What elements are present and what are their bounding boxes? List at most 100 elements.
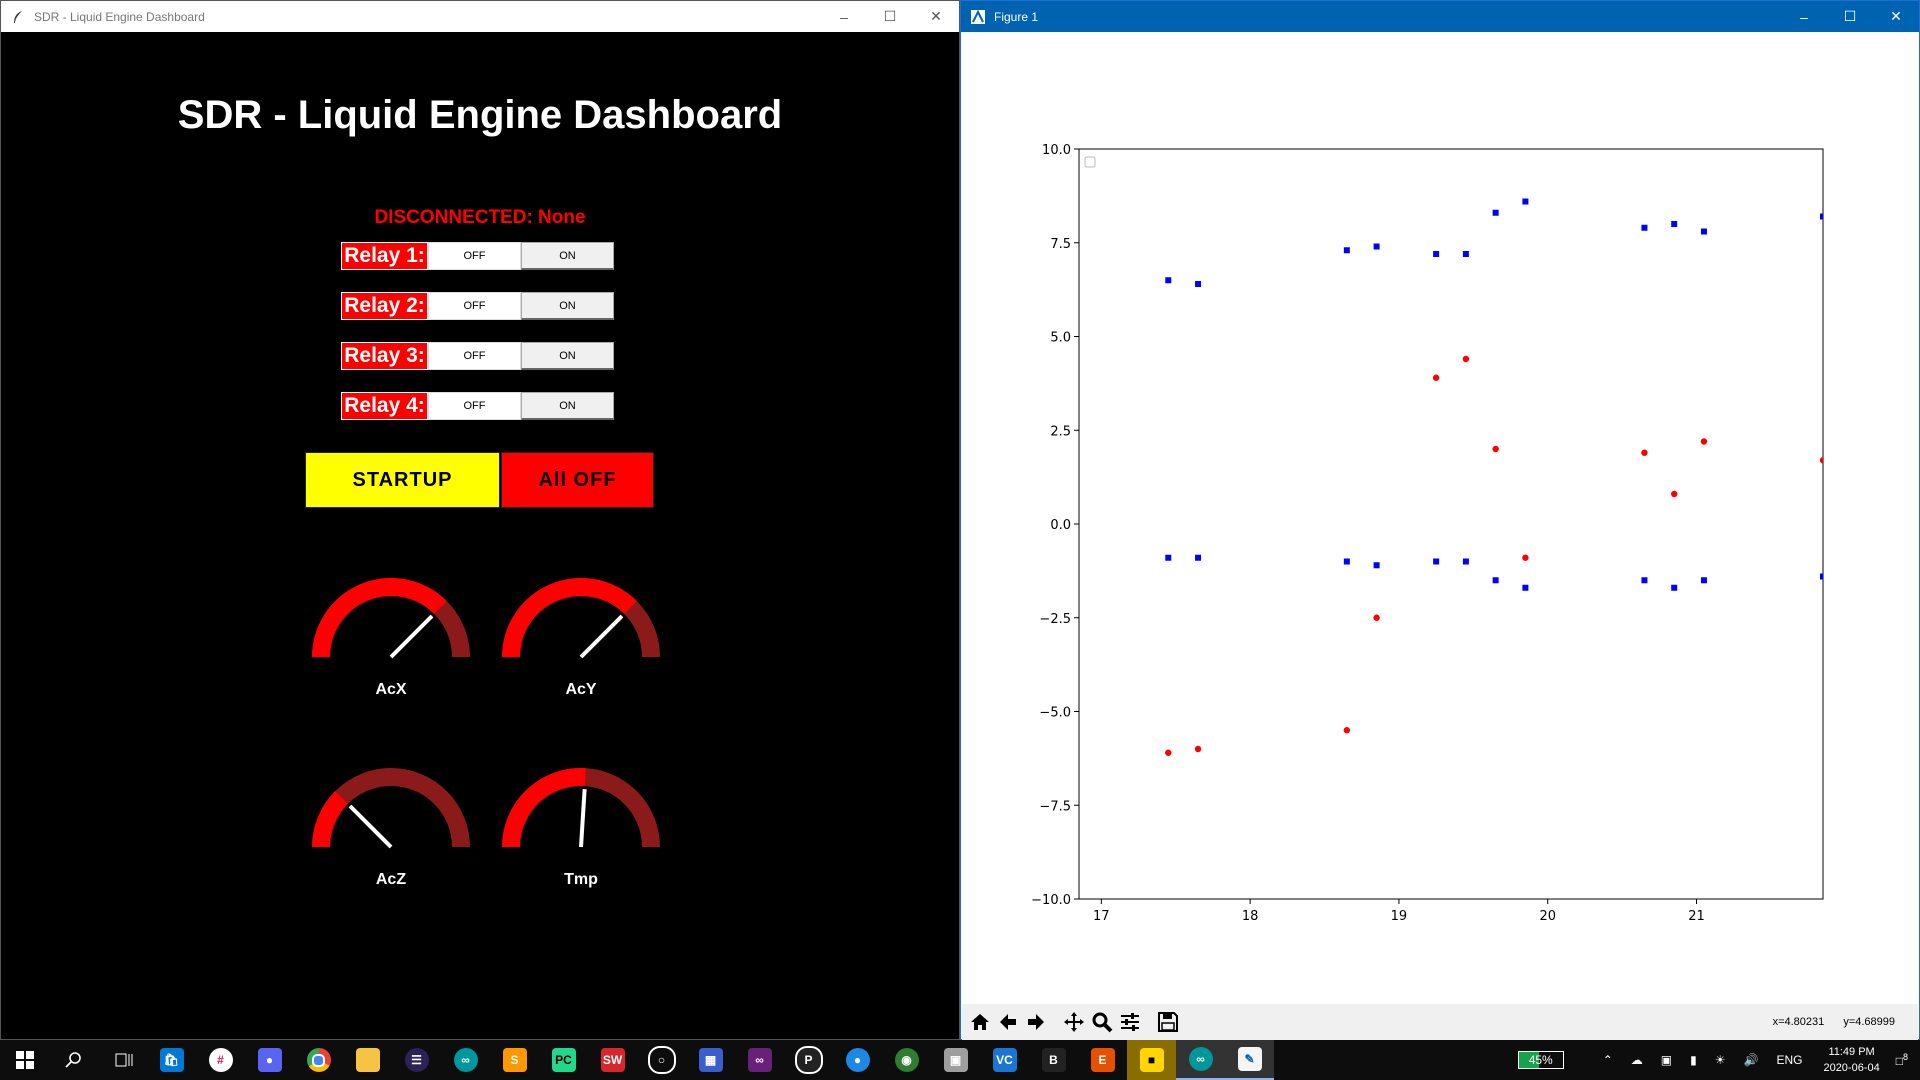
- app-globe-icon[interactable]: ●: [833, 1040, 882, 1080]
- data-point: [1343, 558, 1350, 565]
- battery-indicator[interactable]: 45%: [1517, 1051, 1564, 1069]
- slack-icon[interactable]: #: [196, 1040, 245, 1080]
- relay-row-2: Relay 2: OFF ON: [341, 292, 614, 320]
- battery-icon[interactable]: ▮: [1690, 1053, 1697, 1067]
- connection-status: DISCONNECTED: None: [374, 207, 586, 228]
- language-indicator[interactable]: ENG: [1776, 1053, 1802, 1067]
- notifications-icon[interactable]: □8: [1896, 1052, 1908, 1068]
- data-point: [1165, 277, 1172, 284]
- sublime-icon[interactable]: S: [490, 1040, 539, 1080]
- startup-button[interactable]: STARTUP: [305, 452, 500, 508]
- data-point: [1492, 445, 1499, 453]
- data-point: [1373, 243, 1380, 250]
- figure-titlebar[interactable]: Figure 1 – ☐ ✕: [961, 1, 1919, 32]
- minimize-icon[interactable]: –: [1781, 1, 1827, 32]
- x-tick-label: 21: [1688, 909, 1705, 924]
- gauge-acy: [502, 578, 660, 659]
- data-point: [1195, 554, 1202, 561]
- data-point: [1343, 727, 1351, 734]
- clock[interactable]: 11:49 PM 2020-06-04: [1823, 1044, 1879, 1076]
- page-title: SDR - Liquid Engine Dashboard: [177, 93, 783, 137]
- pycharm-icon[interactable]: PC: [539, 1040, 588, 1080]
- device-icon[interactable]: ▣: [1661, 1053, 1672, 1067]
- data-point: [1641, 449, 1648, 456]
- home-icon[interactable]: [966, 1008, 994, 1036]
- dashboard-titlebar[interactable]: SDR - Liquid Engine Dashboard – ☐ ✕: [1, 1, 959, 32]
- y-tick-label: −2.5: [1039, 612, 1071, 627]
- chrome-icon[interactable]: [294, 1040, 343, 1080]
- gauge-acz: [312, 768, 470, 849]
- minimize-icon[interactable]: –: [821, 1, 867, 32]
- relay-4-on-button[interactable]: ON: [521, 392, 614, 420]
- app-circle-icon[interactable]: ○: [637, 1040, 686, 1080]
- vc-icon[interactable]: VC: [980, 1040, 1029, 1080]
- y-tick-label: −10.0: [1031, 893, 1071, 908]
- configure-icon[interactable]: [1116, 1008, 1144, 1036]
- arduino-icon-2[interactable]: ∞: [1176, 1040, 1225, 1080]
- y-tick-label: 7.5: [1050, 237, 1071, 252]
- data-point: [1819, 457, 1823, 464]
- data-point: [1641, 577, 1648, 584]
- figure-window: Figure 1 – ☐ ✕ 17 18 19 20 21 10.0 7.5 5.0 2.5 0.…: [960, 0, 1920, 1040]
- solidworks-icon[interactable]: SW: [588, 1040, 637, 1080]
- window-title: SDR - Liquid Engine Dashboard: [34, 9, 205, 24]
- relay-4-off-button[interactable]: OFF: [428, 392, 521, 420]
- relay-3-off-button[interactable]: OFF: [428, 342, 521, 370]
- visual-studio-icon[interactable]: ∞: [735, 1040, 784, 1080]
- search-icon[interactable]: [49, 1040, 98, 1080]
- back-icon[interactable]: [994, 1008, 1022, 1036]
- relay-label: Relay 2:: [341, 292, 428, 320]
- discord-icon[interactable]: ●: [245, 1040, 294, 1080]
- gauge-needle: [389, 614, 434, 659]
- wifi-icon[interactable]: ☀: [1715, 1053, 1726, 1067]
- relay-2-off-button[interactable]: OFF: [428, 292, 521, 320]
- arduino-icon[interactable]: ∞: [441, 1040, 490, 1080]
- relay-row-4: Relay 4: OFF ON: [341, 392, 614, 420]
- relay-1-on-button[interactable]: ON: [521, 242, 614, 270]
- eclipse-icon[interactable]: ☰: [392, 1040, 441, 1080]
- chevron-up-icon[interactable]: ⌃: [1603, 1053, 1613, 1067]
- data-point: [1343, 247, 1350, 254]
- maximize-icon[interactable]: ☐: [867, 1, 913, 32]
- save-icon[interactable]: [1154, 1008, 1182, 1036]
- gauge-fill: [312, 578, 447, 658]
- relay-2-on-button[interactable]: ON: [521, 292, 614, 320]
- windows-start-icon[interactable]: [0, 1040, 49, 1080]
- x-tick-label: 18: [1242, 909, 1259, 924]
- app-map-icon[interactable]: ◉: [882, 1040, 931, 1080]
- coord-x: x=4.80231: [1772, 1016, 1825, 1028]
- volume-icon[interactable]: 🔊: [1743, 1053, 1758, 1067]
- pan-icon[interactable]: [1060, 1008, 1088, 1036]
- task-view-icon[interactable]: [98, 1040, 147, 1080]
- cloud-icon[interactable]: ☁: [1631, 1053, 1643, 1067]
- printer-icon[interactable]: ▣: [931, 1040, 980, 1080]
- scatter-chart[interactable]: 17 18 19 20 21 10.0 7.5 5.0 2.5 0.0 −2.5 −5.0 −7.5 −1…: [961, 32, 1919, 1004]
- relay-label: Relay 4:: [341, 392, 428, 420]
- relay-1-off-button[interactable]: OFF: [428, 242, 521, 270]
- forward-icon[interactable]: [1022, 1008, 1050, 1036]
- feather-icon: [10, 9, 26, 25]
- x-tick-label: 19: [1391, 909, 1408, 924]
- python-figure-icon[interactable]: ✎: [1225, 1040, 1274, 1080]
- relay-3-on-button[interactable]: ON: [521, 342, 614, 370]
- data-point: [1373, 614, 1380, 621]
- all-off-button[interactable]: All OFF: [501, 452, 654, 508]
- clock-time: 11:49 PM: [1828, 1046, 1875, 1058]
- b-app-icon[interactable]: B: [1029, 1040, 1078, 1080]
- sticky-notes-icon[interactable]: ■: [1127, 1040, 1176, 1080]
- close-icon[interactable]: ✕: [913, 1, 959, 32]
- p-app-icon[interactable]: P: [784, 1040, 833, 1080]
- x-tick-label: 17: [1093, 909, 1110, 924]
- data-point: [1373, 562, 1380, 569]
- close-icon[interactable]: ✕: [1873, 1, 1919, 32]
- e-app-icon[interactable]: E: [1078, 1040, 1127, 1080]
- store-icon[interactable]: 🛍: [147, 1040, 196, 1080]
- zoom-icon[interactable]: [1088, 1008, 1116, 1036]
- network-app-icon[interactable]: ▦: [686, 1040, 735, 1080]
- maximize-icon[interactable]: ☐: [1827, 1, 1873, 32]
- gauge-label-acy: AcY: [565, 681, 597, 698]
- clock-date: 2020-06-04: [1823, 1062, 1880, 1074]
- data-point: [1671, 584, 1678, 591]
- y-tick-label: −7.5: [1039, 799, 1071, 814]
- file-explorer-icon[interactable]: [343, 1040, 392, 1080]
